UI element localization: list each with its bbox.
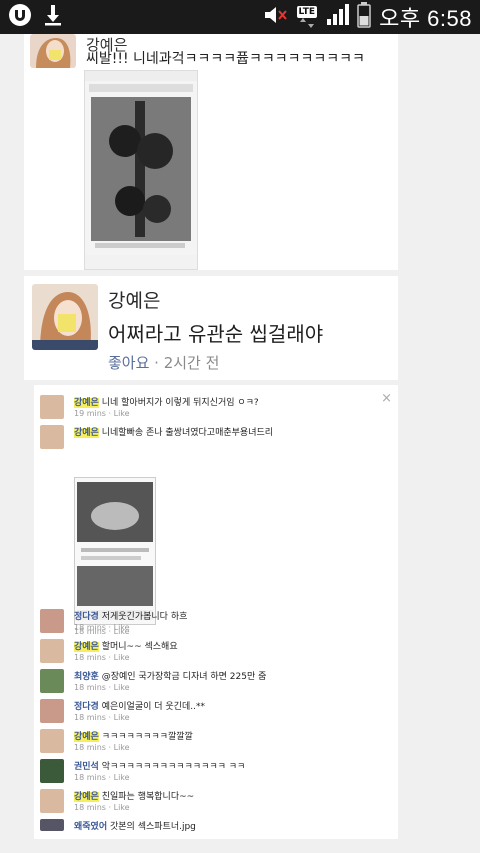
comment-time: 18 mins [74, 743, 106, 752]
download-icon [42, 3, 64, 31]
comment-author[interactable]: 권민석 [74, 762, 99, 772]
comment-text: 친일파는 행복합니다~~ [101, 792, 195, 802]
post-meta: 좋아요 · 2시간 전 [108, 352, 219, 373]
comment-time: 18 mins [74, 713, 106, 722]
separator: · [149, 354, 164, 372]
post-card: 강예은 씨발!!! 니네과걱ㅋㅋㅋㅋ퓹ㅋㅋㅋㅋㅋㅋㅋㅋㅋ [24, 34, 398, 270]
post-photo[interactable] [84, 70, 198, 270]
like-link[interactable]: Like [114, 713, 130, 722]
like-link[interactable]: Like [114, 803, 130, 812]
clock: 오후 6:58 [379, 6, 472, 31]
comment-author[interactable]: 강예은 [74, 792, 99, 802]
post-time: 2시간 전 [163, 354, 220, 372]
comment-text: 할머니~~ 섹스해요 [101, 642, 178, 652]
like-link[interactable]: Like [114, 623, 130, 632]
comment-author[interactable]: 최양훈 [74, 672, 99, 682]
avatar[interactable] [40, 819, 64, 831]
comment-text: 니네 할아버지가 이렇게 뒤지신거임 ㅇㅋ? [101, 398, 259, 408]
battery-icon [357, 2, 371, 32]
comment-author[interactable]: 정다경 [74, 612, 99, 622]
u-plus-logo-icon [8, 3, 32, 31]
post-text: 씨발!!! 니네과걱ㅋㅋㅋㅋ퓹ㅋㅋㅋㅋㅋㅋㅋㅋㅋ [86, 51, 365, 67]
comment-author[interactable]: 강예은 [74, 398, 99, 408]
lte-icon: LTE [296, 6, 318, 28]
avatar[interactable] [40, 759, 64, 783]
comment-time: 18 mins [74, 803, 106, 812]
like-link[interactable]: Like [114, 773, 130, 782]
comment-text: 니네할빠송 존나 출쌍녀였다고매춘부용녀드리 [101, 428, 274, 438]
avatar[interactable] [32, 284, 98, 350]
comment-text: 저게웃긴가봅니다 하흐 [101, 612, 188, 622]
avatar[interactable] [40, 699, 64, 723]
signal-icon [325, 3, 350, 31]
comment-author[interactable]: 정다경 [74, 702, 99, 712]
comment-author[interactable]: 강예은 [74, 428, 99, 438]
like-link[interactable]: Like [114, 409, 130, 418]
comments-panel: × 강예은 니네 할아버지가 이렇게 뒤지신거임 ㅇㅋ? 19 mins · L… [34, 385, 398, 839]
post-card: 강예은 어쩌라고 유관순 씹걸래야 좋아요 · 2시간 전 [24, 276, 398, 380]
comment-author[interactable]: 강예은 [74, 642, 99, 652]
network-type-label: LTE [296, 6, 318, 18]
comment-text: 갓본의 섹스파트너.jpg [110, 822, 196, 832]
comment-author[interactable]: 강예은 [74, 732, 99, 742]
comment-text: 예은이얼굴이 더 웃긴데..** [101, 702, 205, 712]
comment-time: 18 mins [74, 683, 106, 692]
comment-text: 악ㅋㅋㅋㅋㅋㅋㅋㅋㅋㅋㅋㅋㅋㅋ ㅋㅋ [101, 762, 246, 772]
post-text: 어쩌라고 유관순 씹걸래야 [108, 322, 324, 346]
comment-text: ㅋㅋㅋㅋㅋㅋㅋㅋ깔깔깔 [101, 732, 193, 742]
comment-text: @장예인 국가장학금 디자녀 하면 225만 줌 [101, 672, 267, 682]
avatar[interactable] [40, 425, 64, 449]
avatar[interactable] [40, 639, 64, 663]
status-bar: LTE 오후 6:58 [0, 0, 480, 34]
avatar[interactable] [40, 395, 64, 419]
avatar[interactable] [40, 609, 64, 633]
avatar[interactable] [40, 729, 64, 753]
comment-author[interactable]: 왜죽였어 [74, 822, 107, 832]
mute-icon [263, 4, 289, 30]
avatar[interactable] [40, 789, 64, 813]
like-button[interactable]: 좋아요 [108, 354, 149, 372]
comment-photo[interactable] [74, 477, 156, 625]
avatar[interactable] [40, 669, 64, 693]
comment-time: 19 mins [74, 409, 106, 418]
comment-time: 18 mins [74, 623, 106, 632]
like-link[interactable]: Like [114, 683, 130, 692]
post-author-name[interactable]: 강예은 [108, 286, 160, 313]
like-link[interactable]: Like [114, 743, 130, 752]
avatar[interactable] [30, 34, 76, 68]
like-link[interactable]: Like [114, 653, 130, 662]
close-icon[interactable]: × [381, 391, 392, 406]
comment-time: 18 mins [74, 773, 106, 782]
comment-time: 18 mins [74, 653, 106, 662]
